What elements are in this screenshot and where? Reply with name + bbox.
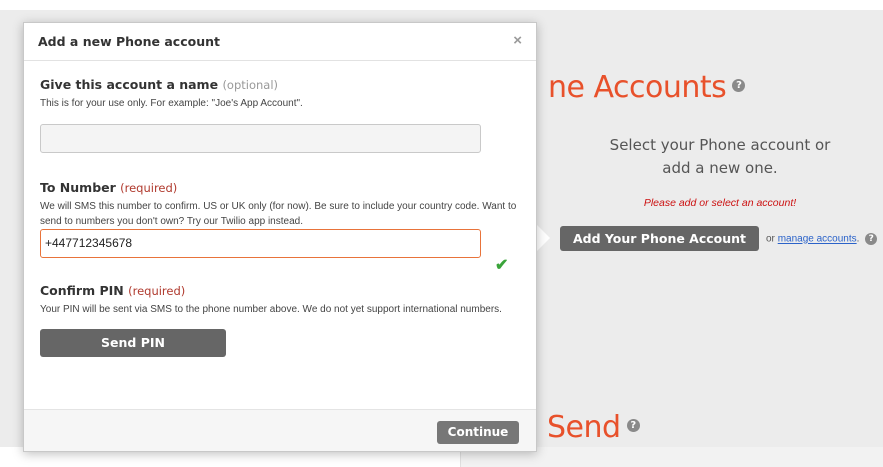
add-phone-account-button[interactable]: Add Your Phone Account — [560, 226, 759, 251]
close-icon[interactable]: × — [513, 32, 522, 49]
add-phone-account-dialog: Add a new Phone account × Give this acco… — [23, 22, 537, 452]
help-icon[interactable]: ? — [626, 419, 640, 432]
optional-hint: (optional) — [222, 78, 279, 92]
continue-button[interactable]: Continue — [437, 421, 519, 444]
required-hint: (required) — [128, 284, 186, 298]
help-icon[interactable]: ? — [732, 79, 746, 92]
send-heading: Send? — [547, 410, 640, 445]
select-account-prompt: Select your Phone account or add a new o… — [580, 134, 860, 180]
modal-pointer — [536, 224, 550, 252]
account-name-input[interactable] — [40, 124, 481, 153]
check-icon: ✔ — [495, 257, 509, 274]
dialog-body: Give this account a name (optional) This… — [24, 61, 536, 357]
help-icon[interactable]: ? — [865, 233, 878, 245]
select-line-1: Select your Phone account or — [609, 136, 831, 154]
or-label: or — [766, 233, 775, 245]
dialog-footer: Continue — [24, 409, 536, 451]
account-name-label: Give this account a name (optional) — [40, 77, 520, 92]
dialog-header: Add a new Phone account × — [24, 23, 536, 61]
to-number-description: We will SMS this number to confirm. US o… — [40, 201, 517, 227]
confirm-pin-label: Confirm PIN (required) — [40, 283, 520, 298]
account-name-label-text: Give this account a name — [40, 77, 219, 92]
heading-text: Send — [547, 410, 621, 445]
phone-accounts-heading: ne Accounts? — [548, 70, 746, 105]
confirm-pin-description: Your PIN will be sent via SMS to the pho… — [40, 304, 502, 315]
send-pin-button[interactable]: Send PIN — [40, 329, 226, 357]
manage-accounts-link[interactable]: manage accounts — [778, 234, 857, 245]
account-name-description: This is for your use only. For example: … — [40, 98, 303, 109]
select-line-2: add a new one. — [662, 159, 778, 177]
to-number-input[interactable]: +447712345678 — [40, 229, 481, 258]
to-number-label: To Number (required) — [40, 180, 520, 195]
dialog-title: Add a new Phone account — [38, 34, 220, 49]
manage-accounts-line: or manage accounts. ? — [766, 233, 878, 245]
confirm-pin-label-text: Confirm PIN — [40, 283, 124, 298]
heading-text: ne Accounts — [548, 70, 727, 105]
account-warning: Please add or select an account! — [643, 197, 797, 209]
required-hint: (required) — [120, 181, 178, 195]
to-number-label-text: To Number — [40, 180, 116, 195]
